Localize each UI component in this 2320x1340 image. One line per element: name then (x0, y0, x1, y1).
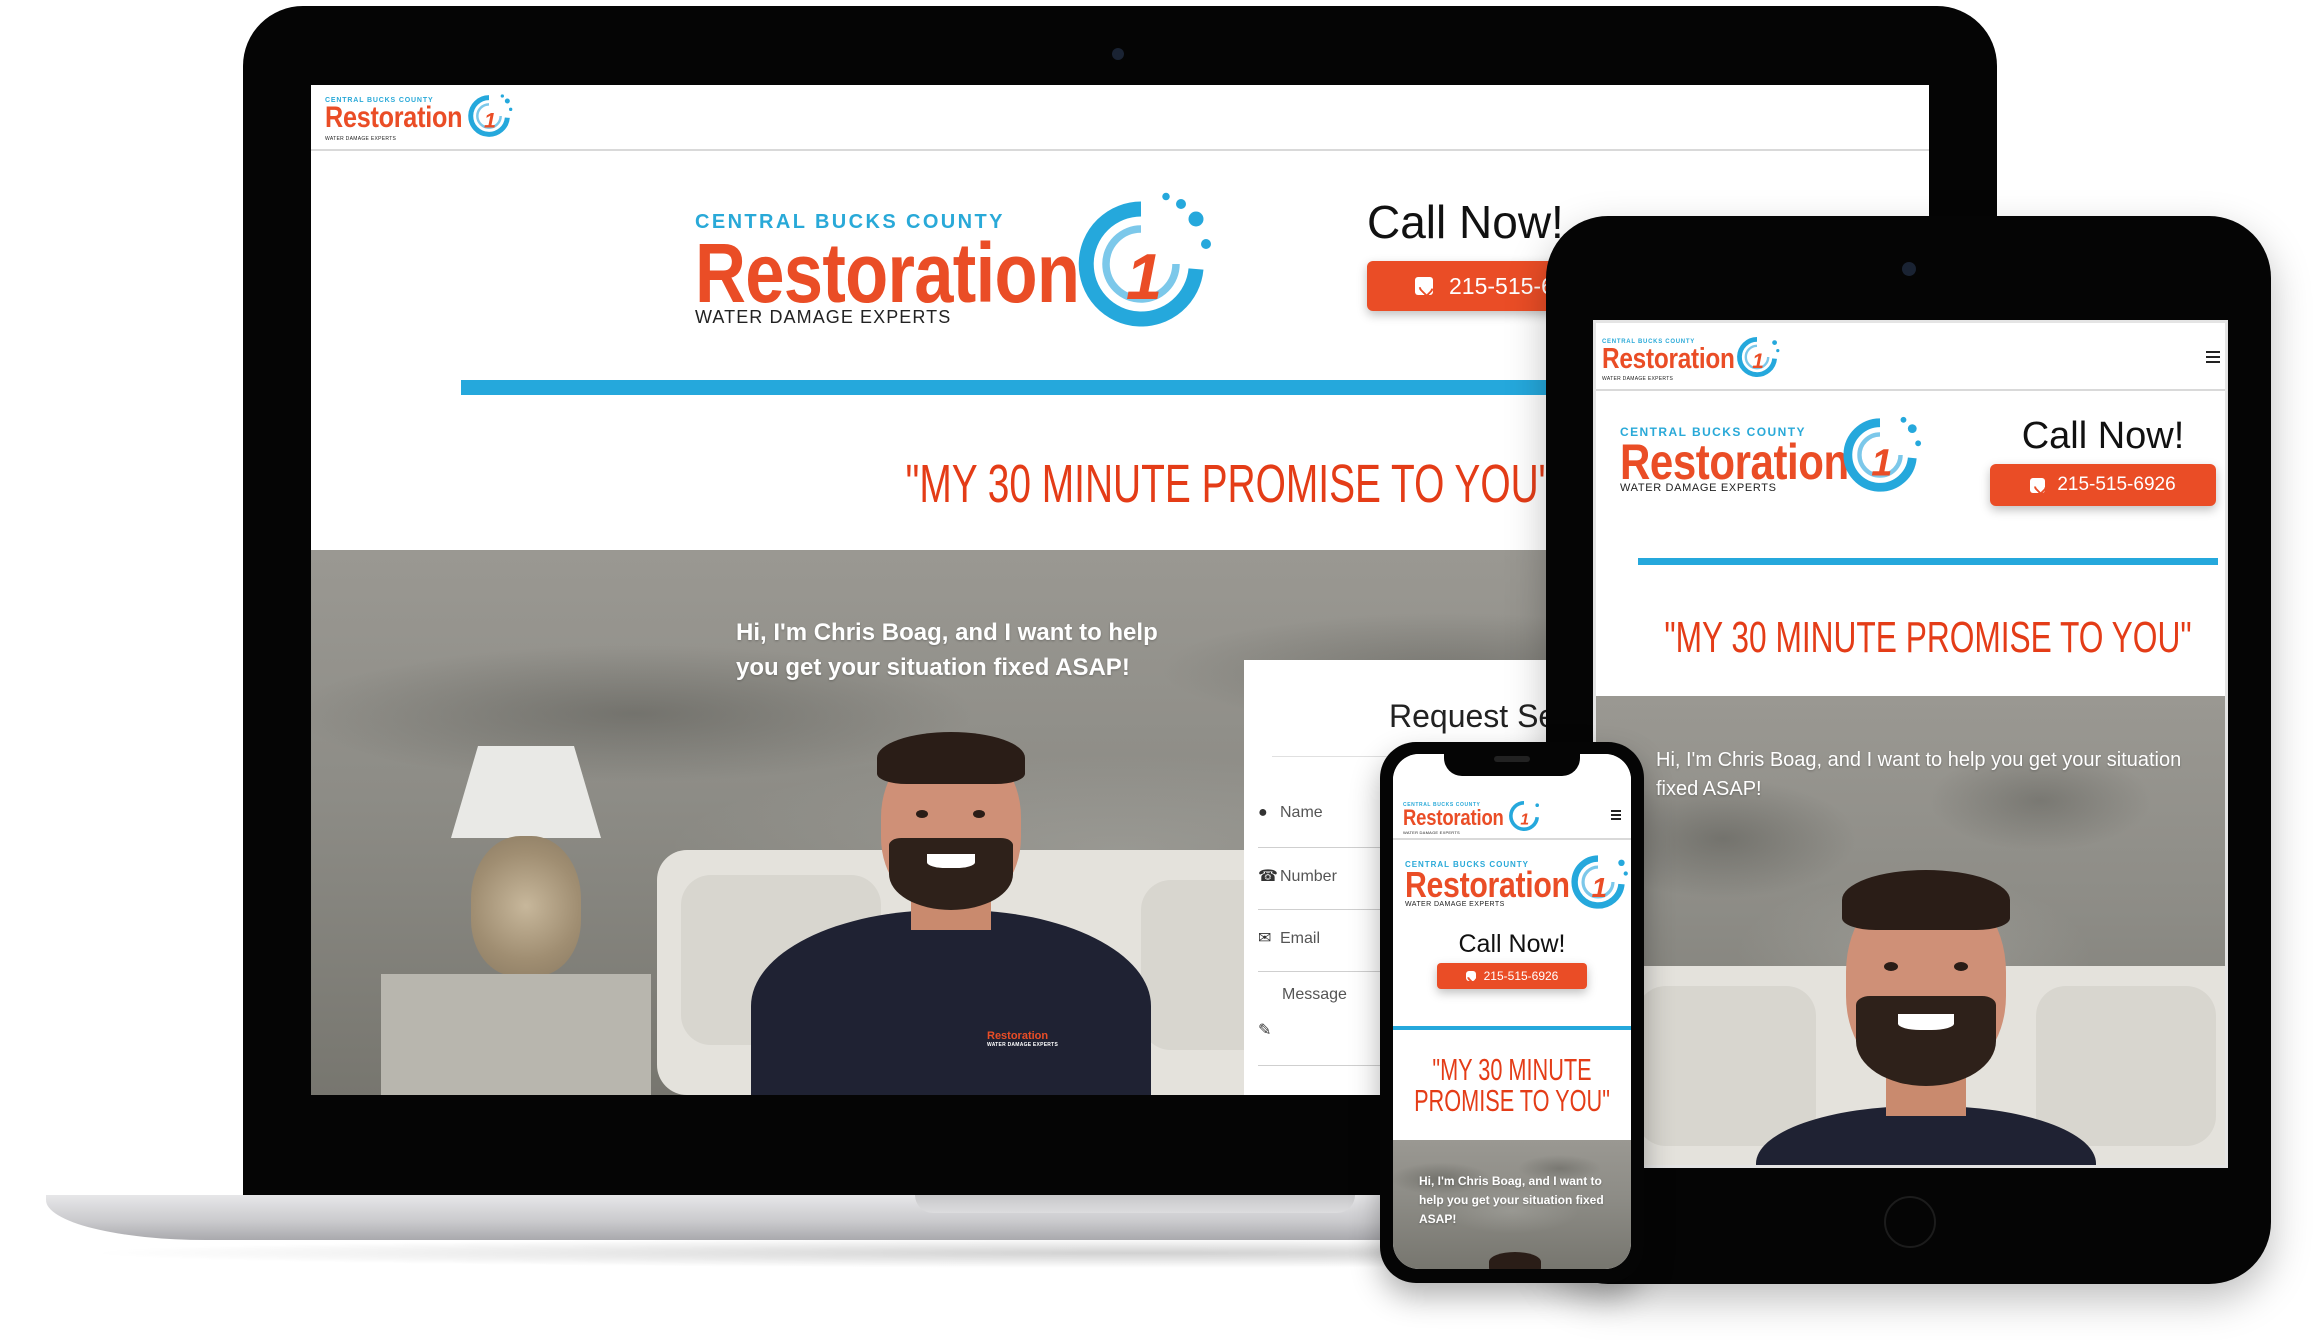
logo-wordmark: Restoration (325, 101, 463, 134)
laptop-main-logo: CENTRAL BUCKS COUNTY Restoration WATER D… (695, 189, 1215, 339)
promise-heading: "MY 30 MINUTE PROMISE TO YOU" (1664, 613, 2192, 662)
person-shirt (751, 910, 1151, 1095)
svg-text:1: 1 (1592, 872, 1607, 903)
phone-icon (2030, 477, 2046, 493)
phone-speaker (1494, 756, 1530, 762)
field-placeholder: Email (1280, 930, 1321, 947)
field-placeholder: Number (1280, 868, 1337, 885)
field-placeholder: Name (1280, 804, 1323, 821)
tablet-main-logo: CENTRAL BUCKS COUNTY Restoration WATER D… (1620, 411, 1930, 501)
person-hair (877, 732, 1025, 784)
field-placeholder: Message (1282, 986, 1347, 1003)
logo-swirl-icon: 1 (1843, 416, 1922, 492)
hero-intro-text: Hi, I'm Chris Boag, and I want to help y… (736, 615, 1158, 685)
hamburger-menu-icon[interactable] (1611, 810, 1621, 820)
lamp-base (471, 836, 581, 976)
chris-boag-photo (1485, 1252, 1545, 1269)
svg-text:1: 1 (1752, 350, 1764, 373)
user-icon: ● (1258, 804, 1268, 821)
phone-notch (1444, 750, 1580, 776)
logo-swirl-icon: 1 (1737, 337, 1780, 377)
promise-line: PROMISE TO YOU" (1414, 1083, 1610, 1118)
shirt-logo-word: Restoration (987, 1030, 1049, 1042)
envelope-icon: ✉ (1258, 930, 1272, 947)
laptop-nav-logo[interactable]: CENTRAL BUCKS COUNTY Restoration WATER D… (325, 91, 515, 145)
logo-wordmark: Restoration (1602, 343, 1735, 375)
call-phone-button[interactable]: 215-515-6926 (1437, 963, 1587, 989)
tablet-nav-logo[interactable]: CENTRAL BUCKS COUNTY Restoration WATER D… (1602, 333, 1782, 385)
logo-tagline: WATER DAMAGE EXPERTS (1405, 901, 1505, 908)
phone-icon (1465, 971, 1476, 981)
logo-tagline: WATER DAMAGE EXPERTS (1403, 830, 1460, 835)
svg-text:1: 1 (1126, 240, 1162, 313)
svg-text:1: 1 (1520, 811, 1529, 828)
blue-divider (1393, 1026, 1631, 1030)
phone-main-logo: CENTRAL BUCKS COUNTY Restoration WATER D… (1405, 850, 1630, 920)
chris-boag-photo: Restoration WATER DAMAGE EXPERTS (751, 730, 1151, 1095)
chris-boag-photo (1756, 866, 2096, 1165)
tablet-camera (1902, 262, 1916, 276)
device-mockup-stage: CENTRAL BUCKS COUNTY Restoration WATER D… (0, 0, 2320, 1340)
promise-heading: "MY 30 MINUTE PROMISE TO YOU" (1414, 1054, 1610, 1116)
hero-text-line: you get your situation fixed ASAP! (736, 654, 1130, 681)
person-smile (927, 854, 975, 868)
tablet-screen: CENTRAL BUCKS COUNTY Restoration WATER D… (1593, 320, 2228, 1168)
call-title: Call Now! (1458, 930, 1566, 958)
call-title: Call Now! (2021, 415, 2185, 457)
side-table (381, 974, 651, 1095)
tablet-hero: Hi, I'm Chris Boag, and I want to help y… (1596, 696, 2225, 1165)
person-eye (1954, 962, 1968, 971)
call-phone-number: 215-515-6 (1449, 272, 1554, 299)
laptop-navbar: CENTRAL BUCKS COUNTY Restoration WATER D… (311, 85, 1929, 151)
laptop-notch (915, 1195, 1355, 1213)
hero-text-line: Hi, I'm Chris Boag, and I want to help (736, 619, 1158, 646)
logo-swirl-icon: 1 (1078, 192, 1211, 327)
logo-swirl-icon: 1 (1509, 801, 1539, 831)
person-eye (973, 810, 985, 818)
person-hair (1842, 870, 2010, 930)
shirt-logo: Restoration WATER DAMAGE EXPERTS (987, 1030, 1058, 1048)
svg-text:1: 1 (1871, 442, 1892, 485)
phone-call-box: Call Now! 215-515-6926 (1393, 930, 1631, 989)
logo-tagline: WATER DAMAGE EXPERTS (1620, 482, 1777, 494)
logo-wordmark: Restoration (1403, 805, 1504, 830)
tablet-call-box: Call Now! 215-515-6926 (1988, 415, 2218, 506)
person-smile (1898, 1014, 1954, 1030)
person-hair (1489, 1252, 1541, 1269)
logo-swirl-icon: 1 (468, 94, 513, 137)
logo-swirl-icon: 1 (1571, 855, 1628, 909)
blue-divider (1638, 558, 2218, 565)
call-phone-number: 215-515-6926 (1483, 969, 1559, 983)
hamburger-menu-icon[interactable] (2206, 351, 2220, 363)
logo-wordmark: Restoration (1405, 864, 1570, 905)
promise-heading: "MY 30 MINUTE PROMISE TO YOU" (905, 454, 1553, 514)
tablet-home-button (1884, 1196, 1936, 1248)
person-eye (1884, 962, 1898, 971)
phone-hero: Hi, I'm Chris Boag, and I want to help y… (1393, 1140, 1631, 1269)
phone-icon: ☎ (1258, 868, 1278, 885)
call-phone-button[interactable]: 215-515-6926 (1990, 464, 2216, 506)
phone-icon (1415, 277, 1433, 295)
tablet-navbar: CENTRAL BUCKS COUNTY Restoration WATER D… (1596, 323, 2225, 391)
shirt-logo-sub: WATER DAMAGE EXPERTS (987, 1042, 1059, 1048)
form-title: Request Se (1389, 698, 1557, 734)
logo-tagline: WATER DAMAGE EXPERTS (695, 307, 952, 327)
hero-intro-text: Hi, I'm Chris Boag, and I want to help y… (1656, 749, 2182, 800)
svg-text:1: 1 (484, 108, 496, 133)
call-phone-number: 215-515-6926 (2057, 474, 2176, 495)
logo-tagline: WATER DAMAGE EXPERTS (325, 136, 397, 142)
promise-line: "MY 30 MINUTE (1432, 1052, 1592, 1087)
phone-screen: CENTRAL BUCKS COUNTY Restoration WATER D… (1393, 754, 1631, 1269)
hero-intro-text: Hi, I'm Chris Boag, and I want to help y… (1419, 1174, 1604, 1226)
pencil-icon: ✎ (1258, 1022, 1272, 1039)
phone-nav-logo[interactable]: CENTRAL BUCKS COUNTY Restoration WATER D… (1403, 798, 1543, 838)
logo-tagline: WATER DAMAGE EXPERTS (1602, 376, 1674, 382)
person-beard (889, 838, 1013, 910)
call-phone-button[interactable]: 215-515-6 (1367, 261, 1567, 311)
person-beard (1856, 996, 1996, 1086)
person-eye (916, 810, 928, 818)
laptop-camera (1112, 48, 1124, 60)
